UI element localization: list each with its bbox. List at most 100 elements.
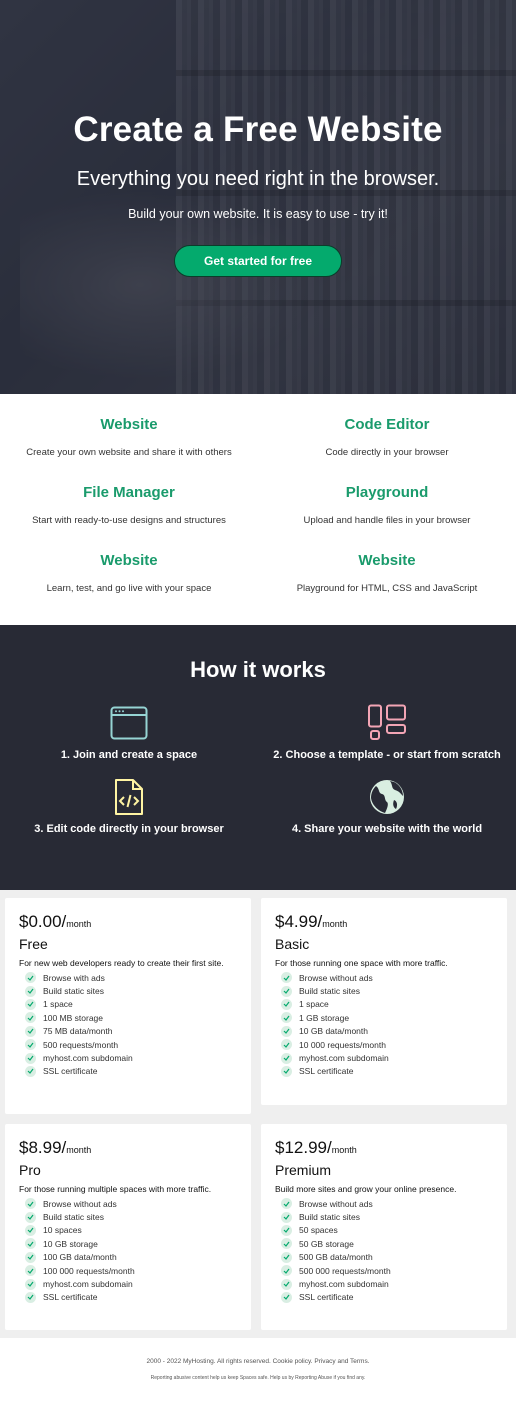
step-item: 1. Join and create a space: [0, 703, 258, 777]
plan-feature: SSL certificate: [275, 1291, 493, 1304]
check-icon: [281, 1265, 292, 1277]
plan-feature: 500 requests/month: [19, 1038, 237, 1051]
check-icon: [281, 1198, 292, 1210]
check-icon: [281, 985, 292, 997]
plan-feature: 10 GB data/month: [275, 1025, 493, 1038]
check-icon: [281, 1211, 292, 1223]
check-icon: [25, 1012, 36, 1024]
check-icon: [25, 1278, 36, 1290]
plan-feature: Browse without ads: [275, 971, 493, 984]
plan-card-basic[interactable]: $4.99/month Basic For those running one …: [261, 898, 507, 1105]
plan-feature: 500 GB data/month: [275, 1251, 493, 1264]
plan-description: Build more sites and grow your online pr…: [275, 1184, 457, 1194]
footer-report-abuse[interactable]: Reporting abusive content help us keep S…: [0, 1375, 516, 1381]
plan-feature: Build static sites: [275, 984, 493, 997]
plan-feature: 1 space: [275, 998, 493, 1011]
plan-feature: 50 spaces: [275, 1224, 493, 1237]
plan-feature: 50 GB storage: [275, 1237, 493, 1250]
step-label: 1. Join and create a space: [60, 749, 198, 761]
plan-price: $0.00/month: [19, 912, 92, 931]
check-icon: [281, 1251, 292, 1263]
check-icon: [281, 1025, 292, 1037]
plan-description: For new web developers ready to create t…: [19, 958, 224, 968]
check-icon: [25, 1238, 36, 1250]
plan-feature-list: Browse without ads Build static sites 1 …: [275, 971, 493, 1078]
step-label: 3. Edit code directly in your browser: [34, 823, 224, 835]
feature-text: Playground for HTML, CSS and JavaScript: [296, 583, 478, 594]
feature-item: File Manager Start with ready-to-use des…: [0, 484, 258, 552]
feature-item: Playground Upload and handle files in yo…: [258, 484, 516, 552]
feature-text: Upload and handle files in your browser: [303, 515, 471, 526]
feature-item: Code Editor Code directly in your browse…: [258, 416, 516, 484]
plan-feature: Build static sites: [19, 1210, 237, 1223]
step-item: 4. Share your website with the world: [258, 777, 516, 851]
plan-name: Pro: [19, 1162, 41, 1178]
plan-feature: 1 space: [19, 998, 237, 1011]
plan-feature-list: Browse without ads Build static sites 50…: [275, 1197, 493, 1304]
plan-card-free[interactable]: $0.00/month Free For new web developers …: [5, 898, 251, 1114]
plan-feature: 100 000 requests/month: [19, 1264, 237, 1277]
plan-feature: SSL certificate: [19, 1291, 237, 1304]
feature-title[interactable]: Code Editor: [258, 416, 516, 433]
check-icon: [281, 1052, 292, 1064]
check-icon: [281, 1278, 292, 1290]
check-icon: [25, 1198, 36, 1210]
hero-tagline: Build your own website. It is easy to us…: [128, 207, 388, 221]
browser-window-icon: [0, 703, 258, 743]
feature-title[interactable]: Website: [258, 552, 516, 569]
check-icon: [25, 985, 36, 997]
check-icon: [25, 998, 36, 1010]
check-icon: [25, 1052, 36, 1064]
hero-title: Create a Free Website: [73, 110, 443, 149]
plan-name: Free: [19, 936, 48, 952]
plan-card-premium[interactable]: $12.99/month Premium Build more sites an…: [261, 1124, 507, 1330]
plan-feature: Browse without ads: [19, 1197, 237, 1210]
footer-copyright[interactable]: 2000 - 2022 MyHosting. All rights reserv…: [0, 1358, 516, 1365]
plan-name: Premium: [275, 1162, 332, 1178]
plan-feature: 10 GB storage: [19, 1237, 237, 1250]
feature-text: Create your own website and share it wit…: [26, 447, 232, 458]
plan-name: Basic: [275, 936, 310, 952]
check-icon: [281, 998, 292, 1010]
plan-price: $12.99/month: [275, 1138, 357, 1157]
plan-description: For those running one space with more tr…: [275, 958, 448, 968]
check-icon: [281, 1039, 292, 1051]
step-item: 3. Edit code directly in your browser: [0, 777, 258, 851]
feature-title[interactable]: Playground: [258, 484, 516, 501]
step-label: 2. Choose a template - or start from scr…: [273, 749, 501, 761]
hero-section: Create a Free Website Everything you nee…: [0, 0, 516, 394]
plan-feature-list: Browse with ads Build static sites 1 spa…: [19, 971, 237, 1078]
step-label: 4. Share your website with the world: [291, 823, 483, 835]
feature-item: Website Playground for HTML, CSS and Jav…: [258, 552, 516, 620]
plan-feature: myhost.com subdomain: [275, 1051, 493, 1064]
feature-text: Code directly in your browser: [325, 447, 449, 458]
feature-title[interactable]: Website: [0, 552, 258, 569]
check-icon: [281, 972, 292, 984]
plan-feature: myhost.com subdomain: [19, 1051, 237, 1064]
hero-subtitle: Everything you need right in the browser…: [76, 168, 440, 190]
feature-text: Learn, test, and go live with your space: [46, 583, 212, 594]
feature-title[interactable]: Website: [0, 416, 258, 433]
how-it-works-section: How it works 1. Join and create a space: [0, 625, 516, 890]
plan-feature: myhost.com subdomain: [19, 1277, 237, 1290]
plan-feature: SSL certificate: [19, 1065, 237, 1078]
layout-template-icon: [258, 703, 516, 743]
plan-feature: 75 MB data/month: [19, 1025, 237, 1038]
check-icon: [25, 1251, 36, 1263]
plan-feature: Browse with ads: [19, 971, 237, 984]
feature-item: Website Create your own website and shar…: [0, 416, 258, 484]
get-started-button[interactable]: Get started for free: [174, 245, 342, 277]
feature-title[interactable]: File Manager: [0, 484, 258, 501]
how-it-works-title: How it works: [190, 657, 326, 682]
plan-feature: 500 000 requests/month: [275, 1264, 493, 1277]
check-icon: [25, 1065, 36, 1077]
check-icon: [281, 1012, 292, 1024]
check-icon: [281, 1224, 292, 1236]
check-icon: [25, 972, 36, 984]
plan-card-pro[interactable]: $8.99/month Pro For those running multip…: [5, 1124, 251, 1330]
globe-icon: [258, 777, 516, 817]
check-icon: [281, 1238, 292, 1250]
check-icon: [25, 1039, 36, 1051]
plan-feature: Build static sites: [19, 984, 237, 997]
plan-feature: Build static sites: [275, 1210, 493, 1223]
